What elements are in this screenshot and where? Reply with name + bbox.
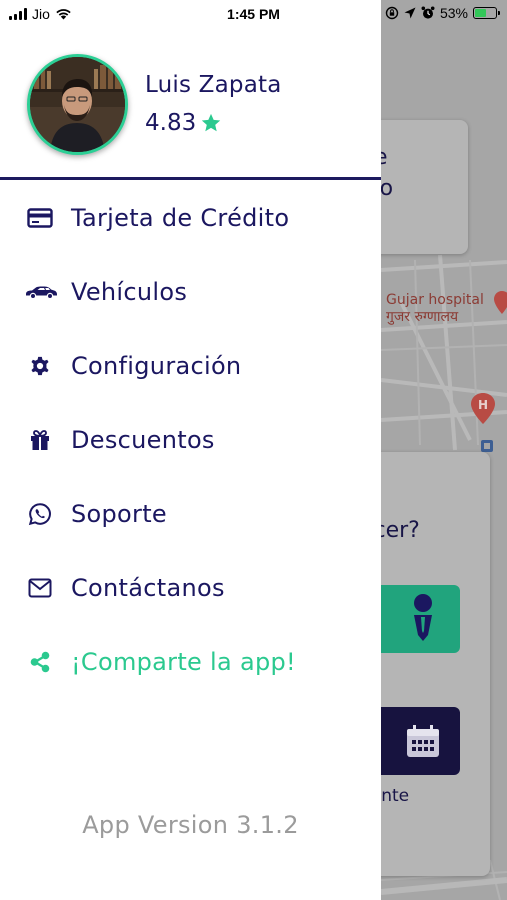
envelope-icon [26, 574, 54, 602]
menu-item-label: Contáctanos [71, 574, 225, 602]
battery-charging-icon [473, 7, 500, 19]
menu-item-credit-card[interactable]: Tarjeta de Crédito [0, 188, 381, 248]
map-marker-icon [481, 440, 493, 452]
whatsapp-icon [26, 500, 54, 528]
profile-photo [30, 57, 125, 152]
share-icon [26, 648, 54, 676]
menu-item-vehicles[interactable]: Vehículos [0, 262, 381, 322]
hospital-pin-icon: H [471, 393, 495, 424]
profile-header: Luis Zapata 4.83 [0, 28, 381, 178]
menu-item-label: Descuentos [71, 426, 215, 454]
gear-icon [26, 352, 54, 380]
map-poi-label: Gujar hospital गुजर रुग्णालय [386, 292, 484, 325]
user-rating: 4.83 [145, 110, 222, 136]
menu-item-discounts[interactable]: Descuentos [0, 410, 381, 470]
drawer-divider [0, 177, 381, 180]
menu-item-settings[interactable]: Configuración [0, 336, 381, 396]
credit-card-icon [26, 204, 54, 232]
user-name: Luis Zapata [145, 72, 282, 98]
battery-percentage: 53% [439, 5, 468, 21]
screen-lock-icon [385, 6, 399, 20]
status-bar: Jio 1:45 PM 53% [0, 0, 507, 28]
menu-item-share-app[interactable]: ¡Comparte la app! [0, 632, 381, 692]
menu-item-label: Tarjeta de Crédito [71, 204, 290, 232]
menu-item-contact[interactable]: Contáctanos [0, 558, 381, 618]
car-icon [24, 278, 58, 306]
location-icon [404, 7, 416, 18]
menu-item-label: Soporte [71, 500, 167, 528]
alarm-icon [421, 6, 435, 19]
map-pin-icon [494, 291, 507, 314]
menu-item-label: Vehículos [71, 278, 188, 306]
menu-item-support[interactable]: Soporte [0, 484, 381, 544]
navigation-drawer: Luis Zapata 4.83 Tarjeta de Crédito Vehí… [0, 0, 381, 900]
star-icon [202, 113, 221, 132]
avatar[interactable] [27, 54, 128, 155]
gift-icon [26, 426, 54, 454]
app-version: App Version 3.1.2 [82, 811, 299, 839]
menu-item-label: Configuración [71, 352, 242, 380]
rating-value: 4.83 [145, 110, 197, 136]
svg-text:H: H [478, 398, 488, 412]
menu-item-label: ¡Comparte la app! [71, 648, 296, 676]
